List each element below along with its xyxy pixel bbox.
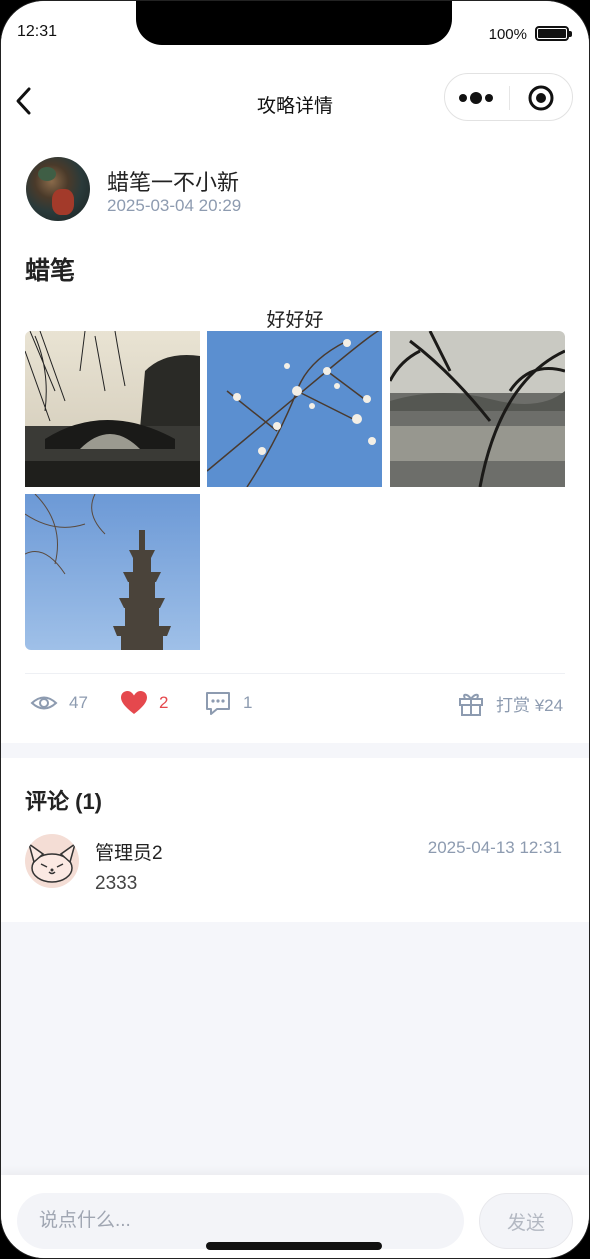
- photo-pagoda[interactable]: [25, 494, 200, 650]
- commenter-avatar[interactable]: [25, 834, 79, 888]
- status-time: 12:31: [17, 23, 58, 40]
- comments-section: 评论 (1) 管理员2 2025-04-13 12:31 2333: [1, 758, 589, 922]
- notch: [136, 1, 452, 45]
- stats-divider: [25, 673, 565, 674]
- photo-magnolia[interactable]: [207, 331, 382, 487]
- comment-date: 2025-04-13 12:31: [427, 838, 562, 857]
- eye-icon: [30, 696, 58, 710]
- close-miniprogram-button[interactable]: [527, 84, 555, 112]
- send-button[interactable]: 发送: [479, 1193, 573, 1249]
- home-indicator: [206, 1242, 382, 1250]
- views-count: 47: [69, 693, 88, 712]
- gift-icon: [459, 693, 483, 716]
- photo-bridge[interactable]: [25, 331, 200, 487]
- photo-lake[interactable]: [390, 331, 565, 487]
- tip-label: 打赏 ¥24: [496, 695, 564, 715]
- tip-button[interactable]: 打赏 ¥24: [456, 687, 563, 719]
- commenter-name: 管理员2: [95, 843, 163, 864]
- battery-icon: [535, 26, 572, 41]
- post-date: 2025-03-04 20:29: [107, 196, 242, 215]
- comment-text: 2333: [95, 873, 138, 894]
- comment-input[interactable]: [17, 1193, 464, 1249]
- status-bar: 12:31 100%: [1, 1, 589, 63]
- more-button[interactable]: [457, 87, 497, 109]
- comment-bubble-icon: [206, 692, 230, 715]
- post-card: 蜡笔一不小新 2025-03-04 20:29 蜡笔 好好好 47 2 1 打赏…: [1, 139, 589, 743]
- likes-count: 2: [159, 693, 169, 712]
- capsule-divider: [509, 86, 510, 110]
- target-icon: [528, 85, 554, 111]
- post-title: 蜡笔: [25, 257, 76, 285]
- phone-screen: 12:31 100% 攻略详情 蜡笔一不小新 2025-03-04 20:29 …: [0, 0, 590, 1259]
- views-stat: 47: [29, 687, 88, 719]
- author-avatar[interactable]: [26, 157, 90, 221]
- like-button[interactable]: 2: [119, 687, 168, 719]
- more-dots-icon: [459, 92, 493, 104]
- heart-icon: [121, 691, 147, 714]
- battery-percent: 100%: [488, 26, 527, 43]
- author-name: 蜡笔一不小新: [107, 170, 240, 195]
- nav-bar: 攻略详情: [1, 63, 589, 139]
- comments-title: 评论 (1): [25, 789, 103, 814]
- comments-count: 1: [243, 693, 253, 712]
- mini-program-capsule: [444, 73, 573, 121]
- comment-button[interactable]: 1: [203, 687, 252, 719]
- post-body: 好好好: [266, 310, 324, 331]
